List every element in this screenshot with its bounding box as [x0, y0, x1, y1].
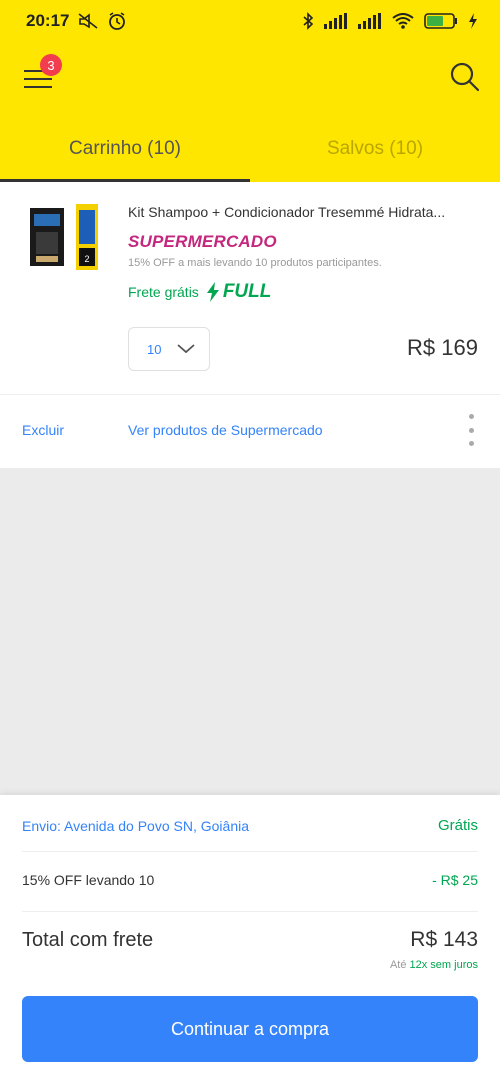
product-price: R$ 169 [407, 335, 478, 360]
delete-link[interactable]: Excluir [22, 422, 64, 438]
divider [22, 911, 478, 912]
menu-icon-bar [24, 78, 52, 80]
divider [0, 394, 500, 395]
status-right [302, 12, 478, 30]
tab-cart[interactable]: Carrinho (10) [0, 115, 250, 182]
menu-icon-bar [24, 86, 52, 88]
signal-icon [324, 13, 348, 29]
mute-icon [77, 12, 99, 30]
lightning-icon [206, 282, 219, 302]
status-left: 20:17 [26, 11, 127, 31]
charging-icon [468, 13, 478, 29]
total-value: R$ 143 [410, 928, 478, 951]
chevron-down-icon [177, 344, 195, 354]
product-title[interactable]: Kit Shampoo + Condicionador Tresemmé Hid… [128, 204, 478, 220]
installments-highlight: 12x sem juros [409, 959, 478, 971]
search-button[interactable] [448, 60, 482, 94]
svg-text:2: 2 [84, 254, 89, 264]
installments-prefix: Até [389, 959, 407, 971]
discount-value: - R$ 25 [432, 872, 478, 888]
more-dot [468, 427, 474, 433]
continue-purchase-button[interactable]: Continuar a compra [22, 996, 478, 1062]
notification-badge: 3 [40, 54, 62, 76]
quantity-select[interactable]: 10 [128, 327, 210, 371]
promo-text: 15% OFF a mais levando 10 produtos parti… [128, 257, 382, 269]
store-label: SUPERMERCADO [128, 232, 277, 251]
shipping-summary-row: Envio: Avenida do Povo SN, Goiânia Gráti… [22, 817, 478, 834]
discount-row: 15% OFF levando 10 - R$ 25 [22, 872, 478, 888]
more-dot [468, 414, 474, 419]
discount-label: 15% OFF levando 10 [22, 872, 155, 888]
wifi-icon [392, 13, 414, 29]
battery-icon [424, 13, 458, 29]
alarm-icon [107, 11, 127, 31]
search-icon [450, 62, 480, 92]
bluetooth-icon [302, 12, 314, 30]
more-options-button[interactable] [464, 414, 478, 446]
signal-icon-2 [358, 13, 382, 29]
installments-text: Até 12x sem juros [390, 959, 478, 971]
status-bar: 20:17 [0, 0, 500, 42]
full-logo: FULL [205, 281, 272, 303]
cart-tabs: Carrinho (10) Salvos (10) [0, 115, 500, 182]
free-shipping-label: Frete grátis [128, 284, 199, 300]
total-row: Total com frete R$ 143 [22, 928, 478, 952]
tab-saved[interactable]: Salvos (10) [250, 115, 500, 182]
divider [22, 851, 478, 852]
app-header: 3 [0, 42, 500, 115]
total-label: Total com frete [22, 928, 154, 951]
see-store-products-link[interactable]: Ver produtos de Supermercado [128, 422, 323, 438]
shipping-row: Frete grátis FULL [128, 281, 271, 303]
quantity-value: 10 [147, 341, 162, 357]
menu-button[interactable]: 3 [22, 54, 62, 92]
shipping-address-link[interactable]: Envio: Avenida do Povo SN, Goiânia [22, 818, 249, 834]
more-dot [468, 441, 474, 446]
full-label: FULL [222, 281, 272, 302]
order-summary: Envio: Avenida do Povo SN, Goiânia Gráti… [0, 795, 500, 1085]
clock: 20:17 [26, 11, 70, 30]
shipping-cost: Grátis [437, 817, 478, 834]
cart-item-card: 2 Kit Shampoo + Condicionador Tresemmé H… [0, 182, 500, 468]
product-image[interactable]: 2 [26, 204, 104, 270]
